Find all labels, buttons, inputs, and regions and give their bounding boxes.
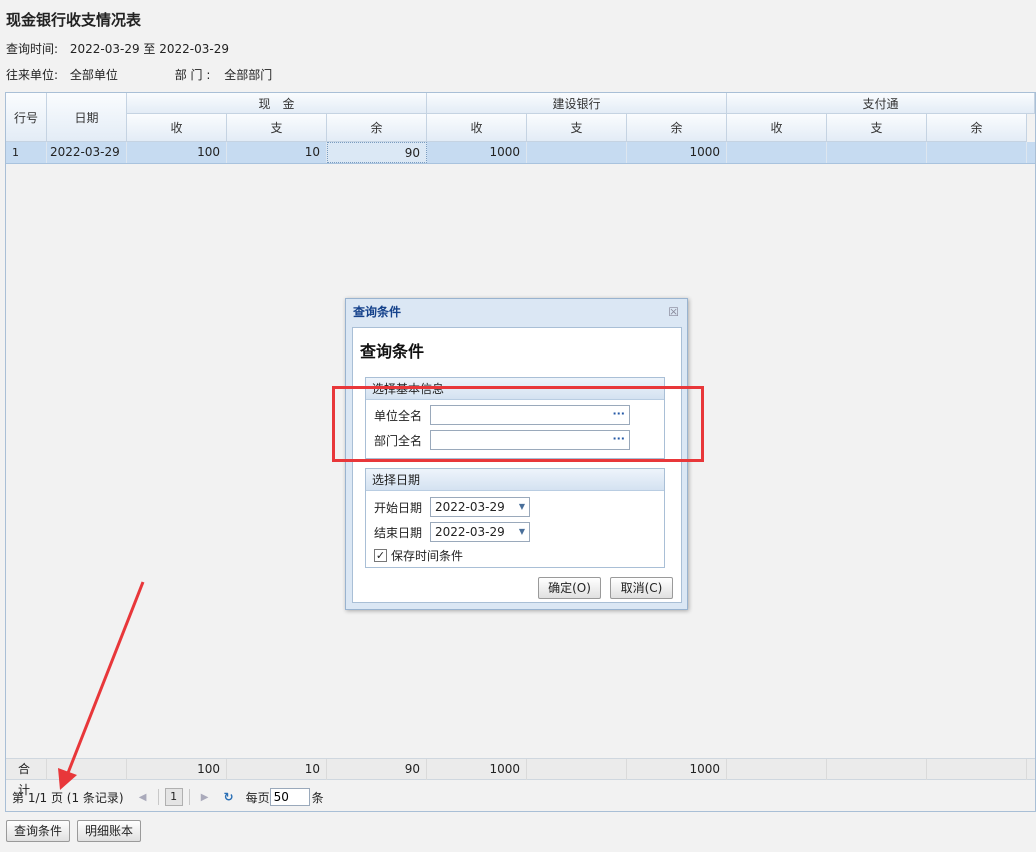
summary-zft-in <box>727 759 827 780</box>
end-date-row: 结束日期 2022-03-29 ▼ <box>374 522 530 542</box>
save-time-checkbox[interactable]: ✓ <box>374 548 387 562</box>
cell-date[interactable]: 2022-03-29 <box>47 142 127 163</box>
page-info: 第 1/1 页 (1 条记录) <box>12 790 124 805</box>
detail-ledger-button[interactable]: 明细账本 <box>77 820 141 842</box>
col-header-cash-in[interactable]: 收 <box>127 114 227 142</box>
cell-cash-out[interactable]: 10 <box>227 142 327 163</box>
dept-value: 全部部门 <box>224 68 273 82</box>
partner-label: 往来单位: <box>6 68 59 82</box>
ok-button[interactable]: 确定(O) <box>538 577 601 599</box>
dept-label: 部 门 : <box>174 68 211 82</box>
close-icon[interactable]: ☒ <box>668 305 679 319</box>
col-header-cash-bal[interactable]: 余 <box>327 114 427 142</box>
group-header-zft: 支付通 <box>727 93 1035 114</box>
summary-zft-bal <box>927 759 1027 780</box>
start-date-row: 开始日期 2022-03-29 ▼ <box>374 497 530 517</box>
dropdown-arrow-icon[interactable]: ▼ <box>519 523 525 541</box>
group-header-ccb: 建设银行 <box>427 93 727 114</box>
dialog-heading: 查询条件 <box>360 342 425 361</box>
pagination-bar: 第 1/1 页 (1 条记录) ◀ 1 ▶ ↻ 每页 条 <box>6 783 1035 811</box>
cell-zft-in[interactable] <box>727 142 827 163</box>
summary-cash-bal: 90 <box>327 759 427 780</box>
col-header-row-no[interactable]: 行号 <box>6 93 47 142</box>
summary-date <box>47 759 127 780</box>
cell-cash-in[interactable]: 100 <box>127 142 227 163</box>
col-header-ccb-in[interactable]: 收 <box>427 114 527 142</box>
bottom-toolbar: 查询条件 明细账本 <box>0 814 1036 852</box>
highlight-box <box>332 386 704 462</box>
query-conditions-button[interactable]: 查询条件 <box>6 820 70 842</box>
col-header-zft-bal[interactable]: 余 <box>927 114 1027 142</box>
summary-cash-out: 10 <box>227 759 327 780</box>
summary-row: 合计 100 10 90 1000 1000 <box>6 758 1035 797</box>
prev-page-icon[interactable]: ◀ <box>134 792 152 803</box>
cell-zft-out[interactable] <box>827 142 927 163</box>
save-time-label: 保存时间条件 <box>391 548 464 563</box>
cell-row-no[interactable]: 1 <box>6 142 47 163</box>
date-fieldset: 选择日期 开始日期 2022-03-29 ▼ 结束日期 2022-03-29 ▼… <box>365 468 665 568</box>
col-header-zft-out[interactable]: 支 <box>827 114 927 142</box>
summary-zft-out <box>827 759 927 780</box>
next-page-icon[interactable]: ▶ <box>196 792 214 803</box>
page-title: 现金银行收支情况表 <box>6 11 142 29</box>
summary-ccb-bal: 1000 <box>627 759 727 780</box>
end-date-value: 2022-03-29 <box>435 525 505 539</box>
start-date-value: 2022-03-29 <box>435 500 505 514</box>
cancel-button[interactable]: 取消(C) <box>610 577 673 599</box>
query-time-label: 查询时间: <box>6 42 59 56</box>
per-page-input[interactable] <box>269 788 310 806</box>
partner-value: 全部单位 <box>69 68 118 82</box>
refresh-icon[interactable]: ↻ <box>220 790 238 804</box>
dialog-body: 查询条件 选择基本信息 单位全名 ··· 部门全名 ··· 选择日期 开始日期 … <box>352 327 682 603</box>
cell-zft-bal[interactable] <box>927 142 1027 163</box>
col-header-zft-in[interactable]: 收 <box>727 114 827 142</box>
summary-cash-in: 100 <box>127 759 227 780</box>
end-date-label: 结束日期 <box>374 525 423 540</box>
query-time-value: 2022-03-29 至 2022-03-29 <box>69 42 229 56</box>
filter-row: 往来单位: 全部单位 部 门 : 全部部门 <box>6 66 272 83</box>
col-header-cash-out[interactable]: 支 <box>227 114 327 142</box>
cell-ccb-out[interactable] <box>527 142 627 163</box>
cell-ccb-bal[interactable]: 1000 <box>627 142 727 163</box>
start-date-combo[interactable]: 2022-03-29 ▼ <box>430 497 530 517</box>
pager-divider <box>157 789 159 805</box>
summary-label: 合计 <box>6 759 47 797</box>
col-header-ccb-out[interactable]: 支 <box>527 114 627 142</box>
date-legend: 选择日期 <box>366 469 664 491</box>
col-header-ccb-bal[interactable]: 余 <box>627 114 727 142</box>
per-page-unit: 条 <box>311 790 324 805</box>
cell-ccb-in[interactable]: 1000 <box>427 142 527 163</box>
query-time-row: 查询时间: 2022-03-29 至 2022-03-29 <box>6 40 229 57</box>
current-page-box[interactable]: 1 <box>164 788 183 806</box>
dialog-title[interactable]: 查询条件 <box>346 299 687 325</box>
col-header-date[interactable]: 日期 <box>47 93 127 142</box>
summary-ccb-out <box>527 759 627 780</box>
save-time-row: ✓ 保存时间条件 <box>374 545 463 565</box>
dropdown-arrow-icon[interactable]: ▼ <box>519 498 525 516</box>
pager-divider <box>188 789 190 805</box>
start-date-label: 开始日期 <box>374 500 423 515</box>
per-page-label: 每页 <box>245 790 270 805</box>
table-row[interactable]: 1 2022-03-29 100 10 90 1000 1000 <box>6 142 1035 164</box>
group-header-cash: 现 金 <box>127 93 427 114</box>
cell-cash-bal[interactable]: 90 <box>327 142 427 163</box>
end-date-combo[interactable]: 2022-03-29 ▼ <box>430 522 530 542</box>
summary-ccb-in: 1000 <box>427 759 527 780</box>
